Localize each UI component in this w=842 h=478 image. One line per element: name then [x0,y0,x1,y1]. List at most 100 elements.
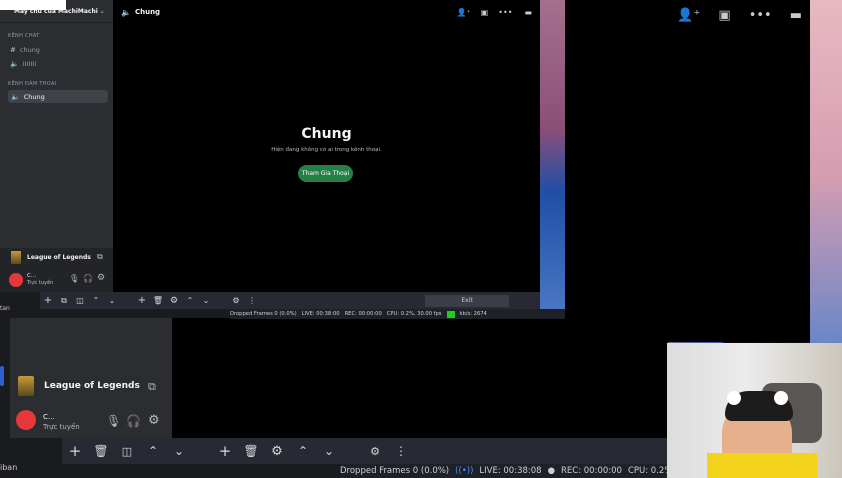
inbox-icon[interactable]: ▣ [481,8,489,17]
source-up-icon[interactable]: ⌃ [182,296,198,305]
voice-subtitle: Hiện đang không có ai trong kênh thoại. [271,147,382,153]
add-icon[interactable]: + [40,295,56,306]
dropped-frames: Dropped Frames 0 (0.0%) [340,466,450,476]
wallpaper-right [810,0,842,345]
copy-icon[interactable]: ⧉ [56,296,72,306]
more-vertical-icon[interactable]: ⋮ [388,444,414,458]
add-source-icon[interactable]: + [134,295,150,306]
chevron-down-icon: ⌄ [99,7,105,15]
user-status: Trực tuyến [27,280,54,286]
settings-icon[interactable]: ⚙ [264,444,290,459]
exit-button[interactable]: Exit [425,294,509,307]
chat-icon[interactable]: ▬ [524,8,532,17]
obs-status-small: Dropped Frames 0 (0.0%) LIVE: 00:38:00 R… [230,309,565,319]
text-category[interactable]: KÊNH CHAT [8,33,40,39]
source-down-icon[interactable]: ⌄ [198,296,214,305]
headphone-icon[interactable]: 🎧 [83,274,93,283]
cpu-stats: CPU: 0.2%, 30.00 fps [386,311,442,317]
channel-label: Chung [23,92,45,101]
edge-indicator [0,366,4,386]
right-toolbar: 👤⁺ ▣ ••• ▬ [677,8,802,23]
trash-icon[interactable]: 🗑 [150,296,166,305]
headphone-icon[interactable]: 🎧 [126,414,141,428]
inbox-icon[interactable]: ▣ [718,8,730,23]
more-icon[interactable]: ••• [498,8,512,17]
mic-icon[interactable]: 🎙 [69,274,79,283]
avatar[interactable] [9,273,23,287]
more-vertical-icon[interactable]: ⋮ [244,296,260,305]
channel-header: 🔈 Chung 👤⁺ ▣ ••• ▬ [113,0,540,24]
obs-status-large: Dropped Frames 0 (0.0%) ((•)) LIVE: 00:3… [340,464,691,478]
mixer-settings-icon[interactable]: ⚙ [362,445,388,458]
gear-icon[interactable]: ⚙ [148,413,160,428]
mixer-settings-icon[interactable]: ⚙ [228,296,244,305]
settings-icon[interactable]: ⚙ [166,296,182,306]
yellow-shirt [707,453,817,478]
rec-time: REC: 00:00:00 [344,311,382,317]
add-friend-icon[interactable]: 👤⁺ [457,8,471,17]
obs-toolbar-small: + ⧉ ◫ ⌃ ⌄ + 🗑 ⚙ ⌃ ⌄ ⚙ ⋮ Exit [40,292,540,309]
speaker-icon: 🔈 [11,92,20,101]
header-channel-name: Chung [134,8,161,16]
league-icon [18,376,34,396]
panda-ear-left [727,391,741,405]
add-source-icon[interactable]: + [212,442,238,460]
remove-source-icon[interactable]: 🗑 [238,444,264,458]
more-icon[interactable]: ••• [749,8,772,23]
speaker-icon: 🔈 [121,7,131,17]
user-status: Trực tuyến [43,423,80,431]
obs-toolbar-large: + 🗑 ◫ ⌃ ⌄ + 🗑 ⚙ ⌃ ⌄ ⚙ ⋮ [62,438,667,464]
screen-share-icon[interactable]: ⧉ [148,380,156,394]
live-indicator [446,310,455,318]
wallpaper-strip [540,0,566,320]
lower-discord-sidebar: League of Legends ⧉ C... Trực tuyến 🎙 🎧 … [10,318,172,438]
panda-ear-right [774,391,788,405]
rec-time: REC: 00:00:00 [561,466,622,476]
source-down-icon[interactable]: ⌄ [316,444,342,458]
channel-sidebar: Máy chủ của MachiMachi ⌄ KÊNH CHAT # chun… [0,0,113,292]
obs-preview-large [172,318,668,438]
up-icon[interactable]: ⌃ [88,296,104,305]
up-icon[interactable]: ⌃ [140,444,166,458]
chat-icon[interactable]: ▬ [790,8,802,23]
screen-share-icon[interactable]: ⧉ [97,252,103,262]
live-time: LIVE: 00:38:00 [301,311,340,317]
league-icon [11,251,21,264]
down-icon[interactable]: ⌄ [104,296,120,305]
down-icon[interactable]: ⌄ [166,444,192,458]
hash-icon: # [10,45,16,54]
voice-title: Chung [301,126,352,142]
gear-icon[interactable]: ⚙ [97,273,105,283]
source-up-icon[interactable]: ⌃ [290,444,316,458]
user-name: C... [43,413,55,421]
bitrate: kb/s: 2674 [459,311,487,317]
channel-chung-text[interactable]: # chung [10,44,108,55]
live-icon: ((•)) [455,466,474,476]
channel-label: IIIIIII [22,59,37,68]
join-voice-button[interactable]: Tham Gia Thoại [298,165,353,182]
trash-icon[interactable]: 🗑 [88,444,114,458]
avatar[interactable] [16,410,36,430]
rec-icon: ● [547,466,555,476]
channel-voice-2[interactable]: 🔈 IIIIIII [10,58,108,69]
left-edge-label-b: iban [0,463,18,472]
activity-label: League of Legends [27,254,91,261]
discord-window: Máy chủ của MachiMachi ⌄ KÊNH CHAT # chun… [0,0,540,292]
filter-icon[interactable]: ◫ [72,296,88,305]
speaker-icon: 🔈 [10,59,19,68]
channel-label: chung [19,45,40,54]
right-discord-window: 👤⁺ ▣ ••• ▬ [565,0,810,342]
user-name: C... [27,273,37,279]
activity-label: League of Legends [44,381,140,391]
channel-chung-voice[interactable]: 🔈 Chung [8,90,108,103]
filter-icon[interactable]: ◫ [114,445,140,458]
title-patch [0,0,66,10]
add-icon[interactable]: + [62,442,88,460]
add-friend-icon[interactable]: 👤⁺ [677,8,700,23]
mic-icon[interactable]: 🎙 [106,414,121,428]
voice-category[interactable]: KÊNH ĐÀM THOẠI [8,81,56,87]
live-time: LIVE: 00:38:08 [479,466,542,476]
user-panel: C... Trực tuyến 🎙 🎧 ⚙ [0,268,113,292]
dropped-frames: Dropped Frames 0 (0.0%) [230,311,297,317]
activity-panel: League of Legends ⧉ [0,248,113,268]
